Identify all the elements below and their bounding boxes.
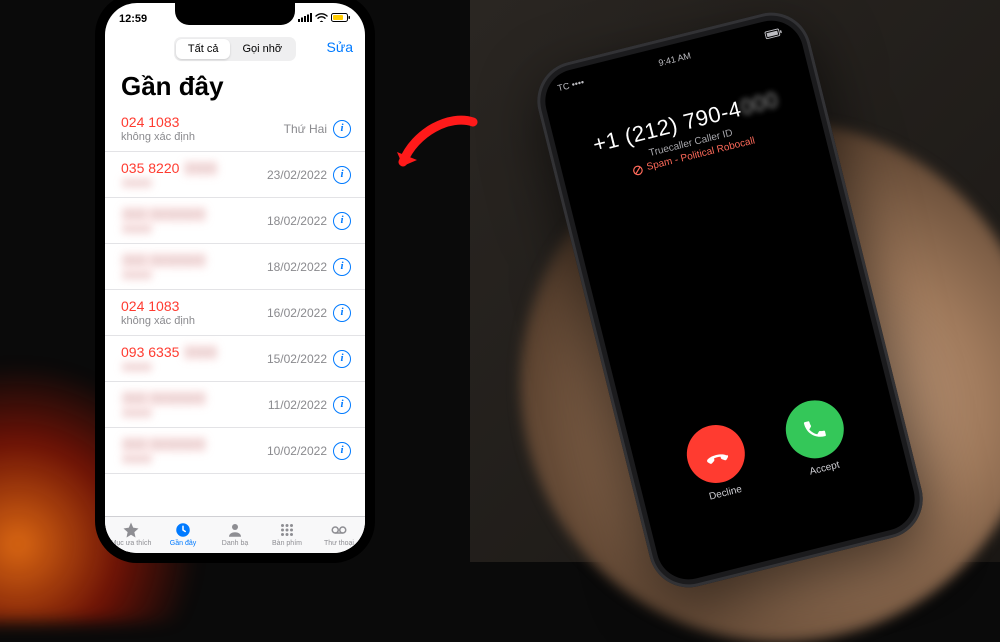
call-date: 11/02/2022: [268, 398, 327, 412]
call-date: 23/02/2022: [267, 168, 327, 182]
status-time-dark: 9:41 AM: [657, 50, 691, 68]
call-date: Thứ Hai: [284, 122, 327, 136]
signal-icon: [298, 13, 312, 25]
iphone-recents-device: 12:59 Tất cả: [95, 0, 375, 563]
segment-missed[interactable]: Gọi nhỡ: [230, 39, 294, 59]
call-date: 15/02/2022: [267, 352, 327, 366]
info-icon[interactable]: i: [333, 166, 351, 184]
phone-icon: [800, 415, 829, 444]
phone-down-icon: [700, 438, 732, 470]
tab-contacts-label: Danh bạ: [222, 540, 248, 547]
status-bar-dark: TC •••• 9:41 AM: [539, 14, 800, 97]
tab-keypad-label: Bàn phím: [272, 540, 302, 547]
call-date: 18/02/2022: [267, 214, 327, 228]
info-icon[interactable]: i: [333, 442, 351, 460]
tab-recents-label: Gần đây: [170, 540, 196, 547]
call-date: 10/02/2022: [267, 444, 327, 458]
accept-button[interactable]: Accept: [780, 394, 854, 481]
edit-button[interactable]: Sửa: [327, 39, 354, 55]
tab-voicemail-label: Thư thoại: [324, 540, 354, 547]
decline-button[interactable]: Decline: [681, 419, 755, 506]
recents-list[interactable]: 024 1083không xác địnhThứ Haii035 8220 0…: [105, 106, 365, 516]
info-icon[interactable]: i: [333, 304, 351, 322]
tab-bar: Mục ưa thích Gần đây Danh bạ Bàn phím: [105, 516, 365, 553]
call-date: 16/02/2022: [267, 306, 327, 320]
call-date: 18/02/2022: [267, 260, 327, 274]
call-row[interactable]: 024 1083không xác định16/02/2022 i: [105, 290, 365, 336]
call-number: 000 0000000: [121, 390, 268, 406]
tab-keypad[interactable]: Bàn phím: [261, 521, 313, 547]
notch: [175, 3, 295, 25]
call-number: 000 0000000: [121, 436, 267, 452]
call-subtitle: không xác định: [121, 131, 284, 143]
tab-recents[interactable]: Gần đây: [157, 521, 209, 547]
call-row[interactable]: 000 0000000xxxxx10/02/2022i: [105, 428, 365, 474]
call-number: 024 1083: [121, 298, 267, 314]
call-number: 093 6335 0000: [121, 344, 267, 360]
call-number: 000 0000000: [121, 206, 267, 222]
spam-warning-icon: [632, 164, 644, 176]
info-icon[interactable]: i: [333, 120, 351, 138]
incoming-call-info: +1 (212) 790-4000 Truecaller Caller ID S…: [555, 78, 824, 193]
info-icon[interactable]: i: [333, 212, 351, 230]
call-number: 024 1083: [121, 114, 284, 130]
tab-voicemail[interactable]: Thư thoại: [313, 521, 365, 547]
call-subtitle: không xác định: [121, 315, 267, 327]
call-number: 000 0000000: [121, 252, 267, 268]
call-row[interactable]: 093 6335 0000xxxxx15/02/2022i: [105, 336, 365, 382]
call-row[interactable]: 000 0000000xxxxx18/02/2022i: [105, 244, 365, 290]
segmented-control[interactable]: Tất cả Gọi nhỡ: [174, 37, 296, 61]
accept-label: Accept: [808, 460, 840, 478]
page-title: Gần đây: [105, 63, 365, 106]
decline-label: Decline: [708, 484, 743, 503]
info-icon[interactable]: i: [333, 258, 351, 276]
carrier-label: TC ••••: [556, 77, 585, 93]
segment-all[interactable]: Tất cả: [176, 39, 231, 59]
call-row[interactable]: 035 8220 0000xxxxx23/02/2022i: [105, 152, 365, 198]
tab-favorites-label: Mục ưa thích: [111, 540, 152, 547]
call-row[interactable]: 000 0000000xxxxx18/02/2022i: [105, 198, 365, 244]
info-icon[interactable]: i: [333, 350, 351, 368]
info-icon[interactable]: i: [333, 396, 351, 414]
tab-contacts[interactable]: Danh bạ: [209, 521, 261, 547]
call-row[interactable]: 024 1083không xác địnhThứ Hai i: [105, 106, 365, 152]
wifi-icon: [315, 13, 328, 25]
tab-favorites[interactable]: Mục ưa thích: [105, 521, 157, 547]
call-number: 035 8220 0000: [121, 160, 267, 176]
battery-icon: [331, 13, 351, 25]
battery-icon-dark: [764, 27, 784, 41]
call-row[interactable]: 000 0000000xxxxx11/02/2022i: [105, 382, 365, 428]
status-time: 12:59: [119, 13, 147, 25]
